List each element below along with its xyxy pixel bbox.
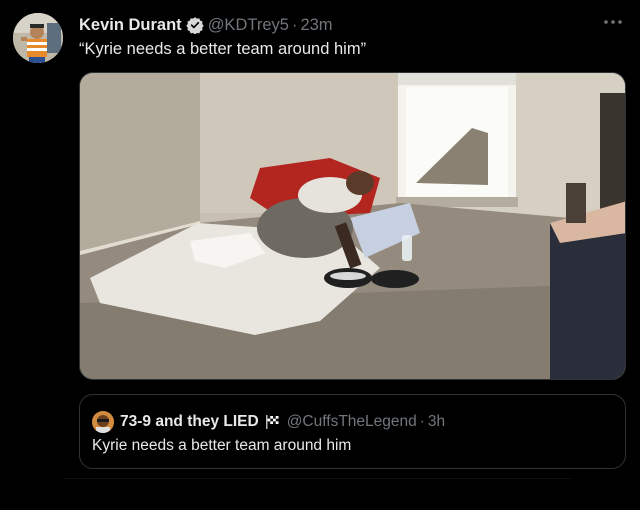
quoted-tweet[interactable]: 73-9 and they LIED @CuffsTheLegend · 3h … xyxy=(79,394,626,469)
author-avatar[interactable] xyxy=(13,13,63,63)
avatar-image xyxy=(13,13,63,63)
quoted-header-separator: · xyxy=(419,413,425,430)
quoted-tweet-timestamp[interactable]: 3h xyxy=(428,413,445,431)
quoted-tweet-text: Kyrie needs a better team around him xyxy=(92,437,352,454)
tweet-timestamp[interactable]: 23m xyxy=(300,16,332,35)
tweet-photo[interactable] xyxy=(79,72,626,380)
quoted-author-name[interactable]: 73-9 and they LIED xyxy=(120,413,259,431)
quoted-author-handle[interactable]: @CuffsTheLegend xyxy=(287,413,417,431)
author-handle[interactable]: @KDTrey5 xyxy=(208,16,289,35)
quoted-tweet-header: 73-9 and they LIED @CuffsTheLegend · 3h xyxy=(92,411,445,433)
redaction-bar xyxy=(63,478,571,510)
verified-badge-icon xyxy=(185,16,204,35)
more-options-icon[interactable] xyxy=(602,13,624,31)
quoted-author-avatar[interactable] xyxy=(92,411,114,433)
photo-image xyxy=(80,73,625,379)
tweet[interactable]: Kevin Durant @KDTrey5 · 23m “Kyrie needs… xyxy=(0,0,640,510)
checkered-flag-icon xyxy=(264,414,280,430)
tweet-header: Kevin Durant @KDTrey5 · 23m xyxy=(79,14,333,36)
header-separator: · xyxy=(291,15,298,34)
tweet-text: “Kyrie needs a better team around him” xyxy=(79,40,367,58)
author-name[interactable]: Kevin Durant xyxy=(79,16,182,35)
